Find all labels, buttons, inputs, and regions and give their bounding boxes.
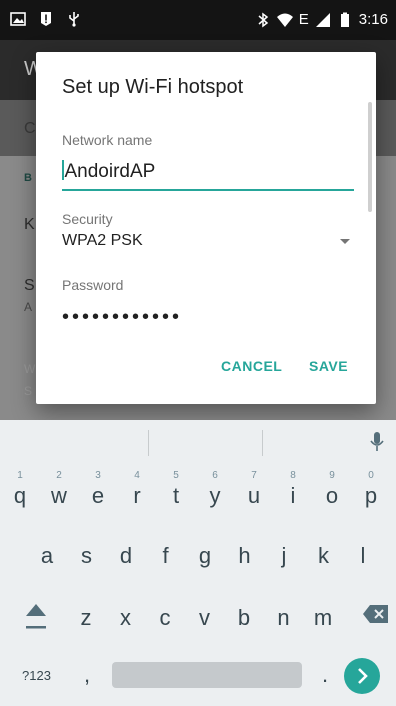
key-hint: 3 bbox=[95, 470, 101, 481]
microphone-icon[interactable] bbox=[370, 432, 384, 452]
key-d[interactable]: d bbox=[108, 530, 144, 582]
hotspot-dialog: Set up Wi-Fi hotspot Network name Andoir… bbox=[36, 52, 376, 404]
backspace-icon[interactable] bbox=[362, 604, 390, 624]
key-label: r bbox=[133, 483, 141, 508]
key-o[interactable]: 9o bbox=[314, 470, 350, 522]
bluetooth-icon bbox=[258, 12, 268, 27]
dropdown-arrow-icon bbox=[340, 238, 350, 244]
key-z[interactable]: z bbox=[68, 592, 104, 644]
key-label: e bbox=[91, 483, 105, 508]
password-label: Password bbox=[62, 277, 124, 293]
key-hint: 0 bbox=[368, 470, 374, 481]
key-hint: 7 bbox=[251, 470, 257, 481]
key-y[interactable]: 6y bbox=[197, 470, 233, 522]
key-label: y bbox=[209, 483, 221, 508]
key-label: q bbox=[13, 483, 27, 508]
key-hint: 4 bbox=[134, 470, 140, 481]
status-time: 3:16 bbox=[358, 11, 388, 28]
battery-icon bbox=[340, 12, 349, 27]
dialog-title: Set up Wi-Fi hotspot bbox=[62, 76, 244, 98]
key-j[interactable]: j bbox=[266, 530, 302, 582]
comma-key[interactable]: , bbox=[84, 662, 90, 688]
key-label: u bbox=[247, 483, 261, 508]
key-label: o bbox=[325, 483, 339, 508]
symbols-key[interactable]: ?123 bbox=[22, 668, 51, 683]
soft-keyboard: 1q2w3e4r5t6y7u8i9o0p asdfghjkl zxcvbnm ?… bbox=[0, 420, 396, 706]
key-p[interactable]: 0p bbox=[353, 470, 389, 522]
shift-icon[interactable] bbox=[24, 602, 48, 632]
key-hint: 2 bbox=[56, 470, 62, 481]
key-hint: 8 bbox=[290, 470, 296, 481]
key-i[interactable]: 8i bbox=[275, 470, 311, 522]
signal-icon bbox=[315, 12, 330, 27]
key-l[interactable]: l bbox=[345, 530, 381, 582]
key-m[interactable]: m bbox=[305, 592, 341, 644]
key-label: t bbox=[172, 483, 180, 508]
key-hint: 9 bbox=[329, 470, 335, 481]
key-hint: 6 bbox=[212, 470, 218, 481]
key-label: w bbox=[51, 483, 67, 508]
cancel-button[interactable]: CANCEL bbox=[221, 358, 282, 374]
network-name-label: Network name bbox=[62, 132, 153, 148]
alert-icon bbox=[41, 12, 51, 26]
chevron-right-icon bbox=[358, 668, 368, 684]
suggestion-divider bbox=[148, 430, 149, 456]
key-c[interactable]: c bbox=[147, 592, 183, 644]
usb-icon bbox=[69, 12, 79, 27]
key-hint: 1 bbox=[17, 470, 23, 481]
text-cursor bbox=[62, 160, 64, 180]
key-f[interactable]: f bbox=[148, 530, 184, 582]
key-g[interactable]: g bbox=[187, 530, 223, 582]
key-hint: 5 bbox=[173, 470, 179, 481]
period-key[interactable]: . bbox=[322, 662, 328, 688]
key-e[interactable]: 3e bbox=[80, 470, 116, 522]
password-value: •••••••••••• bbox=[62, 306, 183, 328]
key-u[interactable]: 7u bbox=[236, 470, 272, 522]
key-w[interactable]: 2w bbox=[41, 470, 77, 522]
key-label: i bbox=[290, 483, 296, 508]
network-type: E bbox=[298, 11, 309, 28]
key-r[interactable]: 4r bbox=[119, 470, 155, 522]
key-v[interactable]: v bbox=[187, 592, 223, 644]
network-name-value: AndoirdAP bbox=[64, 161, 156, 182]
key-h[interactable]: h bbox=[227, 530, 263, 582]
key-s[interactable]: s bbox=[69, 530, 105, 582]
security-value: WPA2 PSK bbox=[62, 232, 143, 249]
key-n[interactable]: n bbox=[266, 592, 302, 644]
key-q[interactable]: 1q bbox=[2, 470, 38, 522]
key-label: p bbox=[364, 483, 378, 508]
network-name-field[interactable]: AndoirdAP bbox=[62, 160, 354, 191]
key-x[interactable]: x bbox=[108, 592, 144, 644]
go-button[interactable] bbox=[344, 658, 380, 694]
key-a[interactable]: a bbox=[29, 530, 65, 582]
save-button[interactable]: SAVE bbox=[309, 358, 348, 374]
key-b[interactable]: b bbox=[226, 592, 262, 644]
wifi-icon bbox=[276, 13, 293, 27]
dialog-scrollbar[interactable] bbox=[368, 102, 372, 212]
suggestion-divider bbox=[262, 430, 263, 456]
space-bar[interactable] bbox=[112, 662, 302, 688]
security-select[interactable]: WPA2 PSK bbox=[62, 232, 354, 250]
status-bar: E 3:16 bbox=[0, 0, 396, 40]
key-k[interactable]: k bbox=[306, 530, 342, 582]
key-t[interactable]: 5t bbox=[158, 470, 194, 522]
security-label: Security bbox=[62, 211, 113, 227]
image-icon bbox=[10, 12, 26, 26]
password-field[interactable]: •••••••••••• bbox=[62, 306, 354, 329]
suggestion-strip bbox=[0, 420, 396, 466]
